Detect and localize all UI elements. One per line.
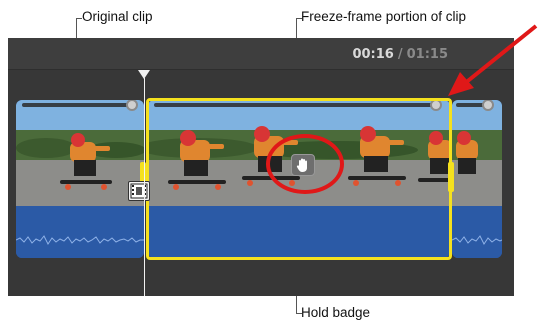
filmstrip-icon xyxy=(128,181,150,201)
timecode-display: 00:16/01:15 xyxy=(352,47,448,62)
hold-badge-highlight-ring xyxy=(266,134,344,194)
clip-volume-bar xyxy=(22,103,130,107)
freeze-clip-volume-bar xyxy=(154,103,432,107)
freeze-audio-track xyxy=(148,206,450,258)
following-clip-thumbnail xyxy=(452,100,502,206)
following-clip[interactable] xyxy=(452,100,502,258)
skateboarder-thumbnail xyxy=(16,100,144,206)
playhead-line[interactable] xyxy=(144,78,145,296)
timeline-panel[interactable]: 00:16/01:15 xyxy=(8,38,514,296)
filmstrip-glyph xyxy=(130,183,148,199)
timeline-header: 00:16/01:15 xyxy=(8,38,514,70)
annotation-arrow xyxy=(448,24,538,96)
current-time: 00:16 xyxy=(352,47,394,62)
original-clip[interactable] xyxy=(16,100,144,258)
time-separator: / xyxy=(397,47,403,62)
following-audio-track xyxy=(452,206,502,258)
hold-badge-leader xyxy=(296,313,302,314)
original-clip-callout: Original clip xyxy=(82,9,153,24)
following-audio-waveform xyxy=(452,235,502,245)
audio-waveform-track xyxy=(16,206,144,258)
following-clip-image xyxy=(452,100,502,206)
selection-right-trim-handle[interactable] xyxy=(448,162,454,192)
clip-thumbnails xyxy=(16,100,144,206)
hold-badge-callout: Hold badge xyxy=(301,305,371,320)
audio-waveform xyxy=(16,235,144,245)
